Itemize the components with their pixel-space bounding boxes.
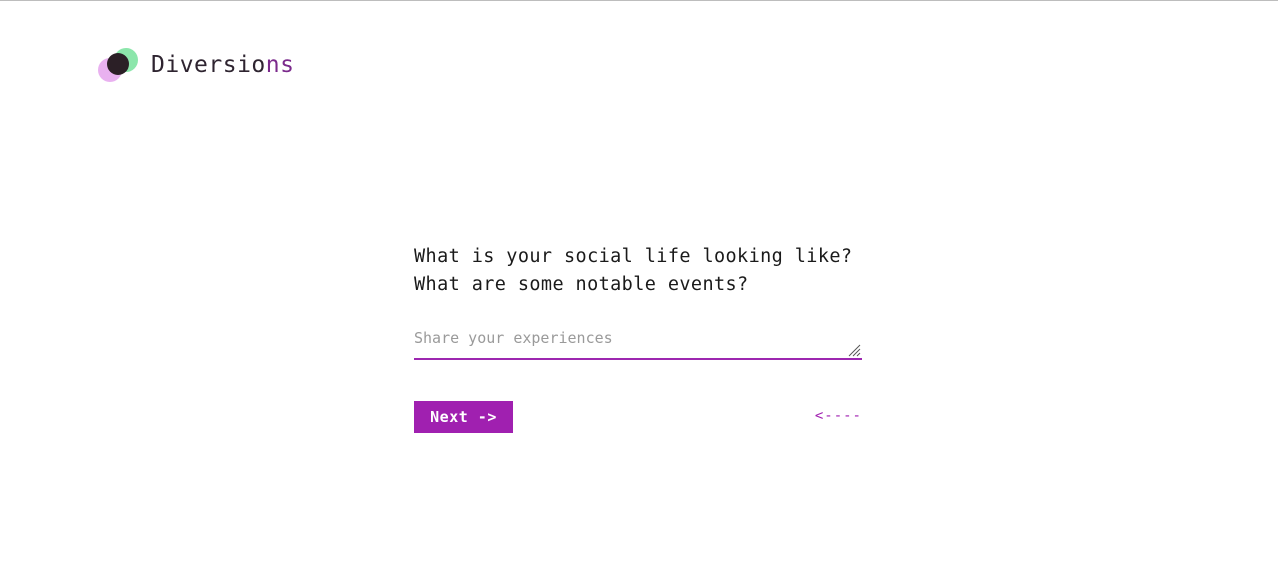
brand-name: Diversions [151, 52, 294, 78]
brand: Diversions [98, 46, 294, 84]
question-text: What is your social life looking like? W… [414, 246, 853, 295]
resize-grip-icon[interactable] [847, 343, 861, 357]
top-divider [0, 0, 1278, 1]
next-button[interactable]: Next -> [414, 401, 513, 433]
question-form: What is your social life looking like? W… [414, 243, 862, 433]
answer-field-wrapper [414, 328, 862, 360]
brand-name-main: Diversio [151, 52, 266, 78]
form-actions: Next -> <---- [414, 401, 862, 433]
logo-dark-circle [107, 53, 129, 75]
answer-textarea[interactable] [414, 328, 862, 358]
back-link[interactable]: <---- [815, 408, 862, 424]
brand-name-tail: ns [265, 52, 295, 78]
overlapping-circles-logo-icon [98, 46, 140, 84]
